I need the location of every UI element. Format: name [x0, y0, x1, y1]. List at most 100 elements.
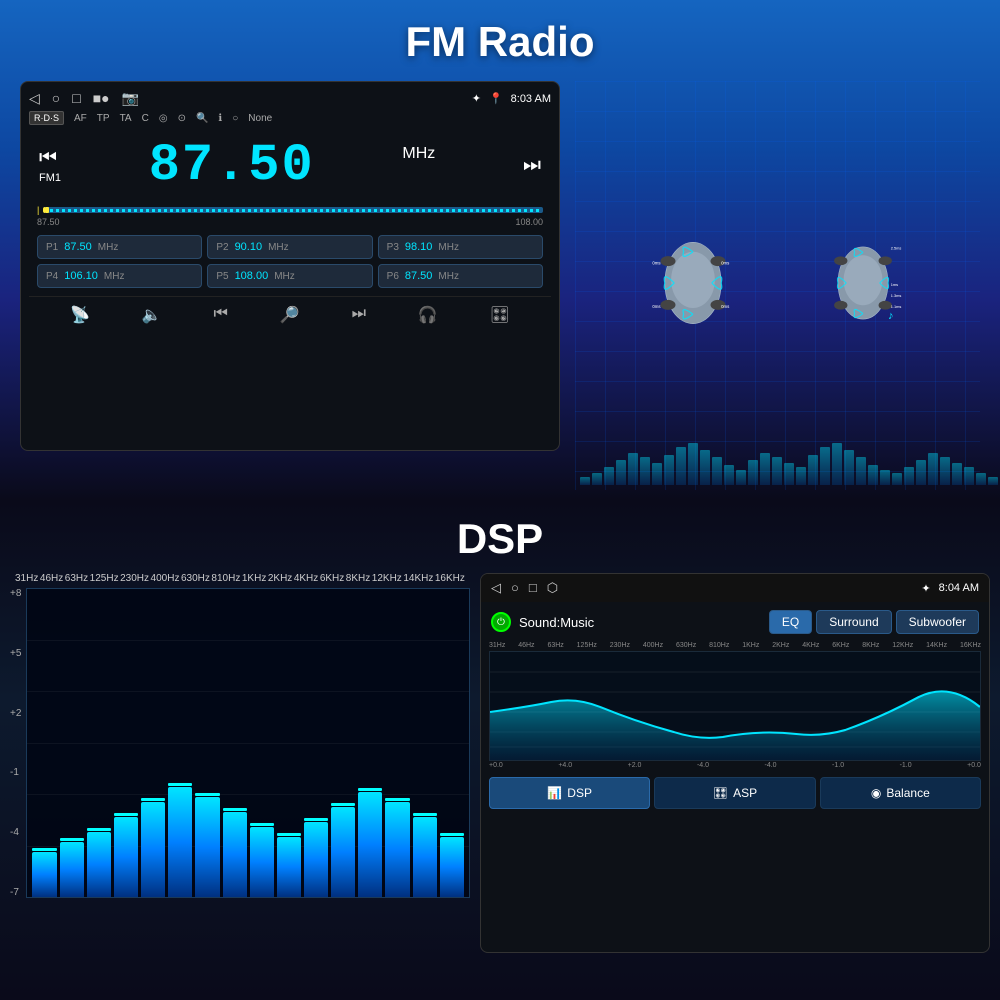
radio-main: ⏮ FM1 87.50 MHz ⏭ — [29, 131, 551, 200]
preset-p4[interactable]: P4 106.10 MHz — [37, 264, 202, 288]
statusbar-right: ✦ 📍 8:03 AM — [472, 92, 551, 105]
bluetooth-icon: ✦ — [472, 92, 481, 105]
eq-with-labels: +8 +5 +2 -1 -4 -7 — [10, 588, 470, 898]
rds-badge[interactable]: R·D·S — [29, 111, 64, 125]
info-icon[interactable]: ℹ — [218, 113, 222, 124]
af-btn[interactable]: AF — [74, 113, 87, 124]
preset-p1[interactable]: P1 87.50 MHz — [37, 235, 202, 259]
eq-bar-5 — [168, 589, 192, 897]
deco-bar-23 — [856, 457, 866, 485]
recent-icon[interactable]: □ — [72, 90, 80, 107]
asp-tab-icon: 🎛 — [713, 786, 728, 800]
dsp-sound-label: ⏻ Sound:Music — [491, 612, 594, 632]
deco-bar-5 — [640, 457, 650, 485]
dsp-usb-icon: ⬡ — [547, 580, 558, 596]
deco-bar-29 — [928, 453, 938, 485]
tab-surround[interactable]: Surround — [816, 610, 891, 634]
fm-radio-section: FM Radio ◁ ○ □ ■● 📷 ✦ 📍 8:03 AM — [0, 0, 1000, 500]
headphone-icon[interactable]: 🎧 — [418, 305, 438, 325]
deco-bar-24 — [868, 465, 878, 485]
frequency-display: 87.50 — [149, 136, 315, 195]
bottom-tab-balance[interactable]: ◉ Balance — [820, 777, 981, 809]
freq-bar[interactable] — [43, 207, 543, 213]
radio-screen: ◁ ○ □ ■● 📷 ✦ 📍 8:03 AM R·D·S AF TP TA C — [20, 81, 560, 451]
radio-bottom-icons: 📡 🔈 ⏮ 🔎 ⏭ 🎧 🎛 — [29, 296, 551, 333]
preset-p3[interactable]: P3 98.10 MHz — [378, 235, 543, 259]
dsp-tab-icon: 📊 — [547, 786, 562, 800]
dsp-statusbar: ◁ ○ □ ⬡ ✦ 8:04 AM — [481, 574, 989, 602]
eq-bar-10 — [304, 589, 328, 897]
svg-text:♪: ♪ — [888, 310, 894, 322]
eq-bar-14 — [413, 589, 437, 897]
deco-bar-6 — [652, 463, 662, 485]
car-item-2: 2.5ms 1ms 1.3ms 1.1ms ♪ — [788, 233, 938, 338]
skip-next-icon[interactable]: ⏭ — [352, 305, 366, 325]
dsp-tabs: EQ Surround Subwoofer — [769, 610, 979, 634]
menu-icon[interactable]: ■● — [93, 90, 110, 107]
preset-p5[interactable]: P5 108.00 MHz — [207, 264, 372, 288]
back-icon[interactable]: ◁ — [29, 90, 40, 107]
deco-bar-16 — [772, 457, 782, 485]
fm-radio-title: FM Radio — [406, 0, 595, 76]
c-icon[interactable]: C — [142, 113, 149, 124]
bottom-tab-dsp[interactable]: 📊 DSP — [489, 777, 650, 809]
fast-forward-btn[interactable]: ⏭ — [523, 154, 541, 177]
eq-bar-1 — [60, 589, 84, 897]
bottom-tab-asp[interactable]: 🎛 ASP — [654, 777, 815, 809]
eq-bar-6 — [195, 589, 219, 897]
search-icon[interactable]: 🔍 — [196, 113, 208, 124]
balance-tab-label: Balance — [886, 786, 929, 800]
svg-text:1ms: 1ms — [890, 282, 897, 287]
dsp-recent-icon[interactable]: □ — [529, 580, 537, 596]
deco-bar-0 — [580, 477, 590, 485]
skip-prev-icon[interactable]: ⏮ — [214, 305, 228, 325]
asp-tab-label: ASP — [733, 786, 757, 800]
eq-bar-2 — [87, 589, 111, 897]
preset-p2[interactable]: P2 90.10 MHz — [207, 235, 372, 259]
eq-icon[interactable]: 🎛 — [490, 305, 510, 325]
freq-marker: | — [37, 205, 39, 215]
deco-bar-18 — [796, 467, 806, 485]
dsp-back-icon[interactable]: ◁ — [491, 580, 501, 596]
deco-bar-13 — [736, 470, 746, 485]
freq-bar-container: | 87.50 108.00 — [37, 205, 543, 227]
svg-text:0ms: 0ms — [721, 260, 730, 265]
preset-p6[interactable]: P6 87.50 MHz — [378, 264, 543, 288]
mini-eq-y-labels: +0.0 +4.0 +2.0 -4.0 -4.0 -1.0 -1.0 +0.0 — [489, 762, 981, 769]
wifi-icon[interactable]: 📡 — [70, 305, 90, 325]
deco-bar-11 — [712, 457, 722, 485]
dsp-home-icon[interactable]: ○ — [511, 580, 519, 596]
mini-eq-svg — [490, 652, 980, 761]
zoom-icon[interactable]: 🔎 — [280, 305, 300, 325]
balance-tab-icon: ◉ — [871, 786, 881, 800]
status-time: 8:03 AM — [511, 93, 551, 105]
dsp-time: 8:04 AM — [939, 582, 979, 594]
cars-container: 0ms 0ms 0ms 0ms — [618, 233, 938, 338]
freq-start-label: 87.50 — [37, 217, 60, 227]
deco-bar-20 — [820, 447, 830, 485]
band-label: ⏮ FM1 — [39, 147, 61, 184]
eq-bar-9 — [277, 589, 301, 897]
ta-btn[interactable]: TA — [120, 113, 132, 124]
dsp-title: DSP — [0, 500, 1000, 573]
tab-eq[interactable]: EQ — [769, 610, 812, 634]
tab-subwoofer[interactable]: Subwoofer — [896, 610, 979, 634]
eq-y-labels: +8 +5 +2 -1 -4 -7 — [10, 588, 26, 898]
svg-text:0ms: 0ms — [652, 304, 661, 309]
band-name: FM1 — [39, 172, 61, 184]
eq-canvas-large — [26, 588, 470, 898]
car-svg-1: 0ms 0ms 0ms 0ms — [618, 233, 768, 333]
volume-icon[interactable]: 🔈 — [142, 305, 162, 325]
camera-icon: 📷 — [122, 90, 139, 107]
eq-bar-4 — [141, 589, 165, 897]
dsp-status-right: ✦ 8:04 AM — [921, 582, 979, 595]
rewind-btn[interactable]: ⏮ — [39, 147, 61, 170]
deco-bar-12 — [724, 465, 734, 485]
radio-statusbar: ◁ ○ □ ■● 📷 ✦ 📍 8:03 AM — [29, 90, 551, 107]
power-button[interactable]: ⏻ — [491, 612, 511, 632]
home-icon[interactable]: ○ — [52, 90, 60, 107]
eq-decoration — [575, 430, 980, 485]
tp-btn[interactable]: TP — [97, 113, 110, 124]
svg-text:1.3ms: 1.3ms — [890, 293, 901, 298]
deco-bar-30 — [940, 457, 950, 485]
